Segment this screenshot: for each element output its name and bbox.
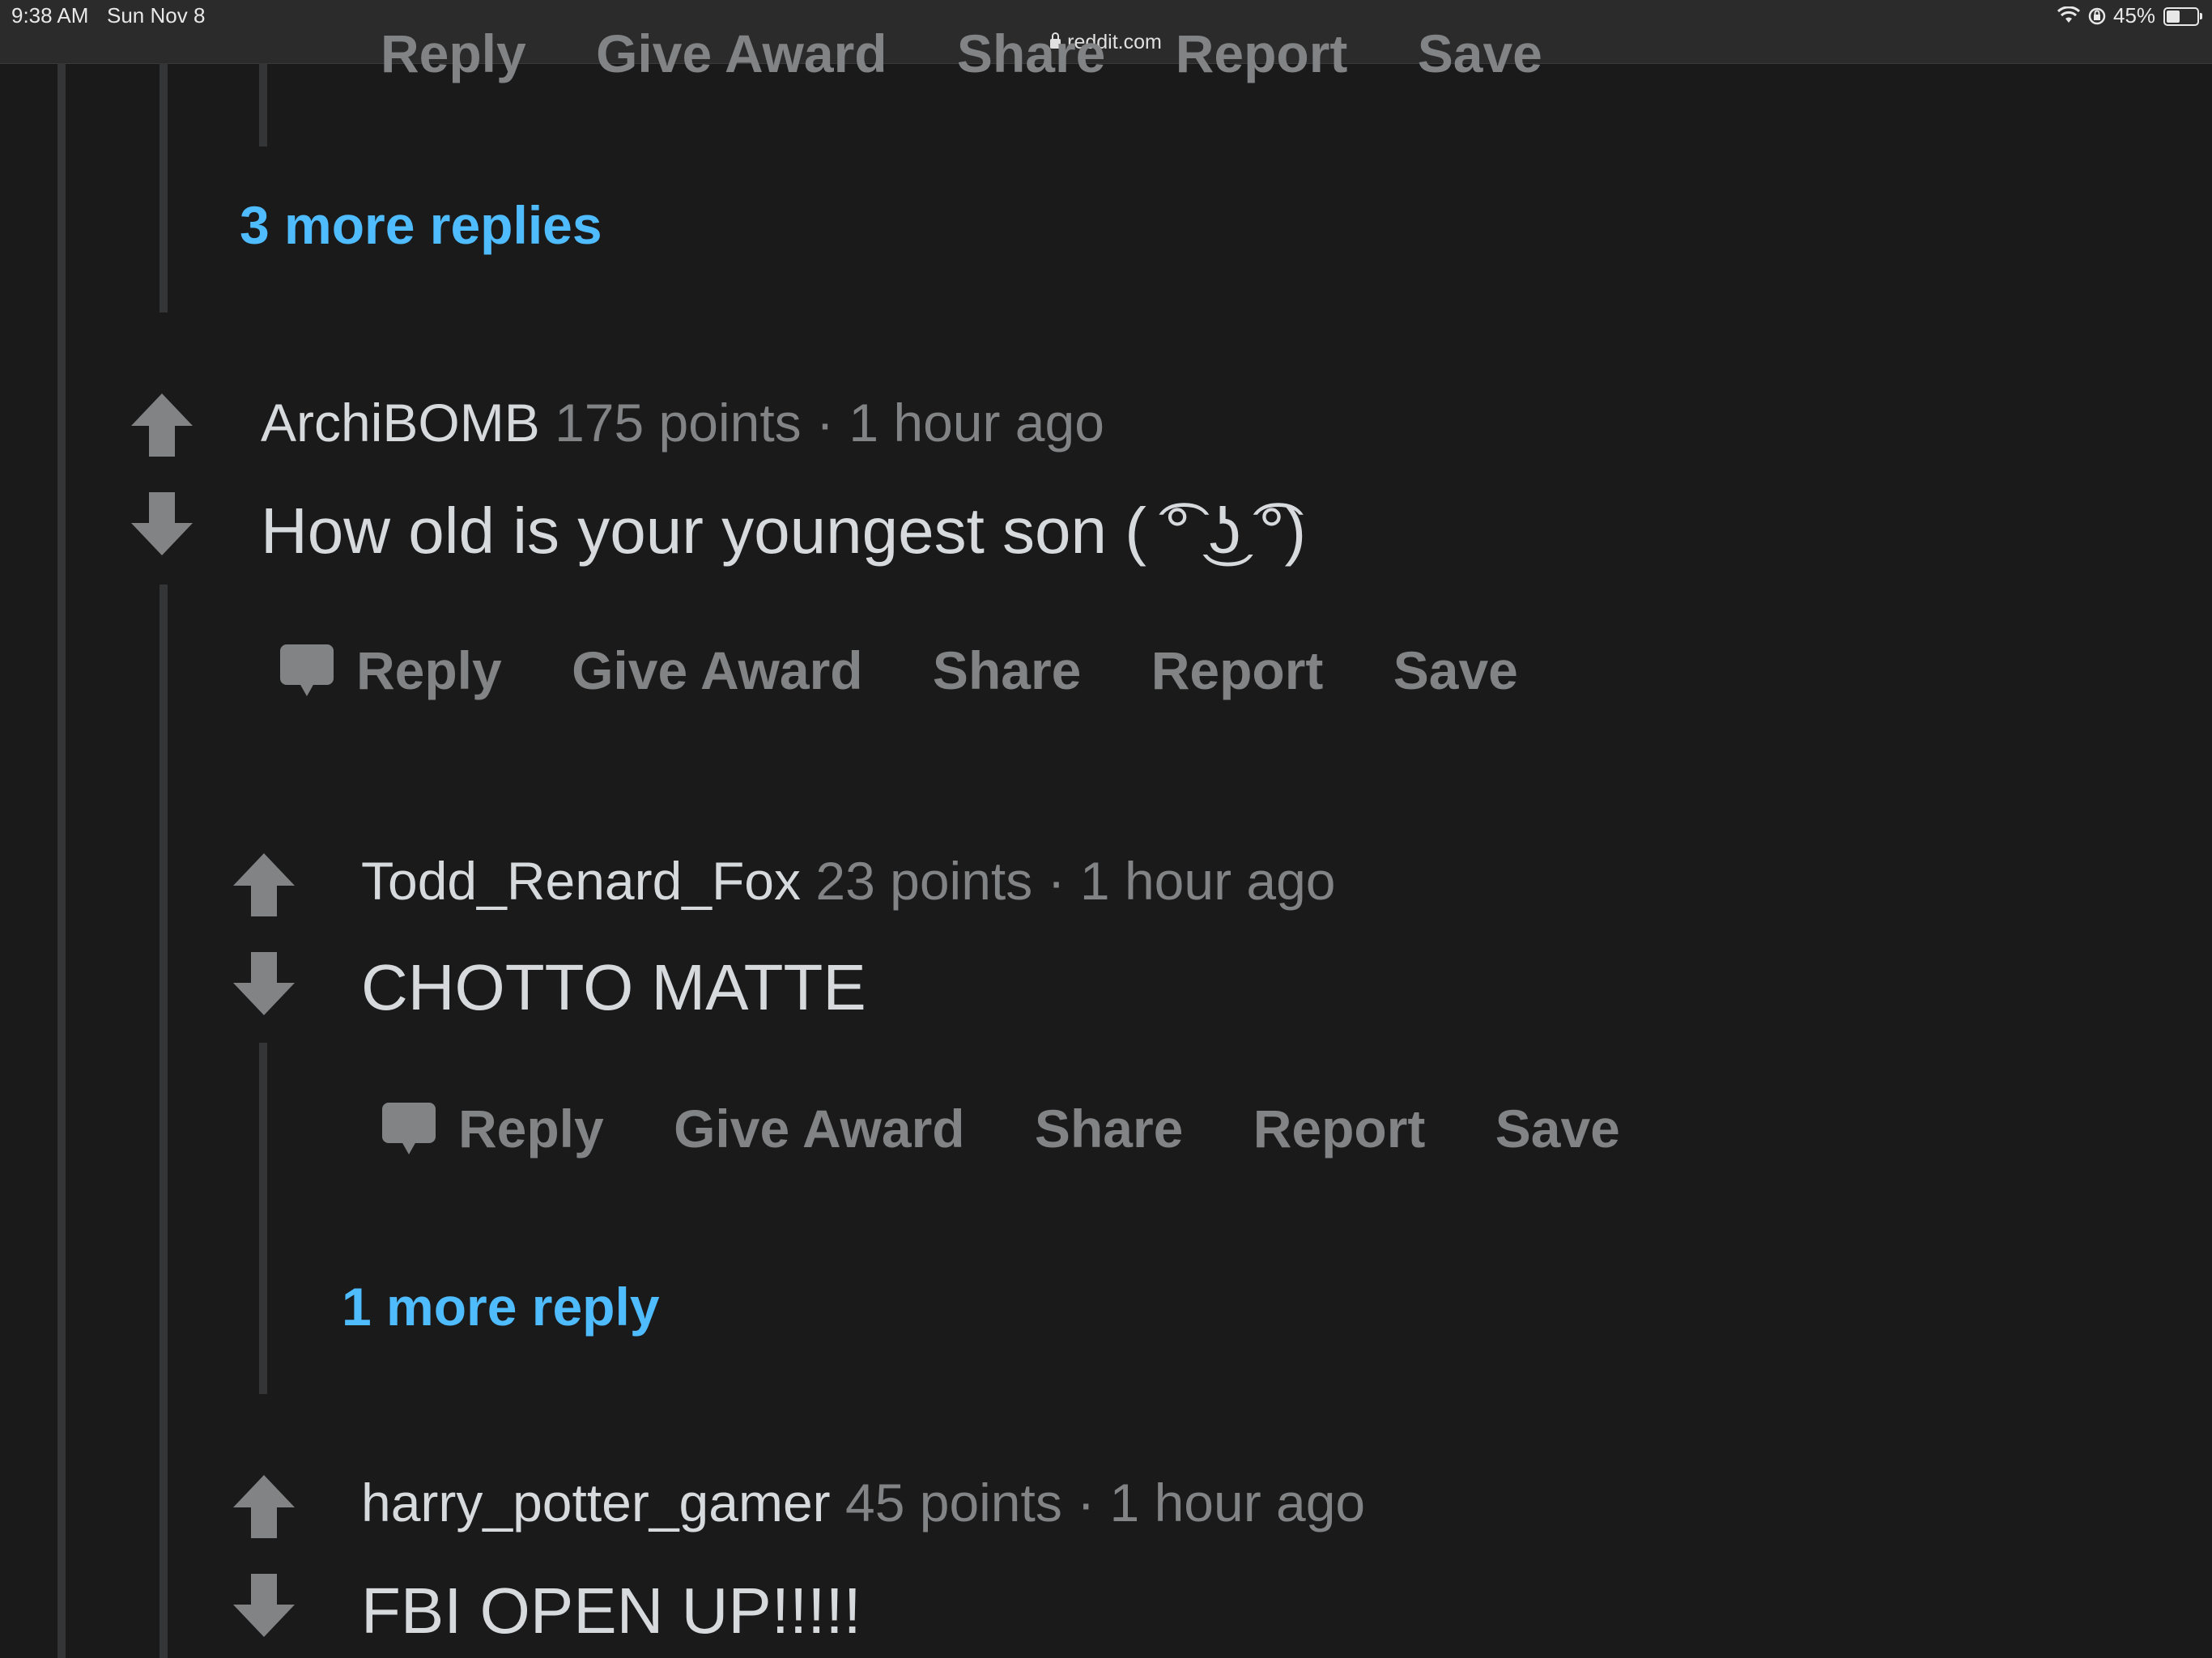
upvote-icon[interactable] bbox=[232, 852, 296, 916]
status-date: Sun Nov 8 bbox=[107, 3, 206, 28]
comment-meta: Todd_Renard_Fox 23 points · 1 hour ago bbox=[361, 850, 1336, 912]
comment-time[interactable]: 1 hour ago bbox=[1080, 851, 1336, 911]
comment-meta: ArchiBOMB 175 points · 1 hour ago bbox=[261, 392, 1104, 453]
comment-author[interactable]: ArchiBOMB bbox=[261, 393, 540, 453]
thread-line-prev[interactable] bbox=[160, 63, 168, 312]
prev-comment-actions: Reply Give Award Share Report Save bbox=[381, 23, 1597, 84]
upvote-icon[interactable] bbox=[130, 392, 194, 457]
comment-bubble-icon bbox=[280, 644, 334, 696]
more-replies-link[interactable]: 1 more reply bbox=[342, 1276, 660, 1337]
report-button[interactable]: Report bbox=[1253, 1098, 1426, 1159]
meta-separator: · bbox=[1047, 851, 1066, 911]
give-award-button[interactable]: Give Award bbox=[674, 1098, 965, 1159]
status-time: 9:38 AM bbox=[11, 3, 89, 28]
reply-button[interactable]: Reply bbox=[458, 1098, 604, 1159]
thread-line-archibomb[interactable] bbox=[160, 585, 168, 1658]
orientation-lock-icon bbox=[2088, 7, 2106, 25]
more-replies-link[interactable]: 3 more replies bbox=[240, 194, 602, 256]
comment-meta: harry_potter_gamer 45 points · 1 hour ag… bbox=[361, 1472, 1365, 1533]
comment-points: 45 points bbox=[844, 1473, 1062, 1533]
reply-button[interactable]: Reply bbox=[356, 640, 502, 701]
share-button[interactable]: Share bbox=[933, 640, 1081, 701]
comment-actions: Reply Give Award Share Report Save bbox=[381, 1098, 1675, 1161]
share-button[interactable]: Share bbox=[957, 23, 1105, 84]
downvote-icon[interactable] bbox=[232, 952, 296, 1017]
save-button[interactable]: Save bbox=[1418, 23, 1542, 84]
report-button[interactable]: Report bbox=[1176, 23, 1348, 84]
comment-points: 175 points bbox=[555, 393, 802, 453]
wifi-icon bbox=[2057, 6, 2081, 23]
meta-separator: · bbox=[816, 393, 834, 453]
comment-time[interactable]: 1 hour ago bbox=[849, 393, 1104, 453]
thread-line-root[interactable] bbox=[57, 63, 66, 1658]
downvote-icon[interactable] bbox=[232, 1574, 296, 1639]
meta-separator: · bbox=[1077, 1473, 1095, 1533]
report-button[interactable]: Report bbox=[1151, 640, 1324, 701]
upvote-icon[interactable] bbox=[232, 1473, 296, 1538]
battery-percent: 45% bbox=[2113, 3, 2156, 28]
comment-actions: Reply Give Award Share Report Save bbox=[279, 640, 1573, 703]
give-award-button[interactable]: Give Award bbox=[572, 640, 863, 701]
give-award-button[interactable]: Give Award bbox=[596, 23, 887, 84]
comment-points: 23 points bbox=[815, 851, 1033, 911]
comment-body: How old is your youngest son ( ͡° ͜ʖ ͡°) bbox=[261, 495, 1307, 567]
thread-line-todd[interactable] bbox=[259, 1043, 267, 1394]
comment-time[interactable]: 1 hour ago bbox=[1110, 1473, 1366, 1533]
share-button[interactable]: Share bbox=[1035, 1098, 1183, 1159]
thread-line-prev-nested[interactable] bbox=[259, 63, 267, 147]
comment-body: FBI OPEN UP!!!!! bbox=[361, 1575, 861, 1647]
comment-author[interactable]: Todd_Renard_Fox bbox=[361, 851, 801, 911]
battery-icon bbox=[2163, 7, 2202, 26]
save-button[interactable]: Save bbox=[1495, 1098, 1620, 1159]
downvote-icon[interactable] bbox=[130, 492, 194, 557]
reply-button[interactable]: Reply bbox=[381, 23, 526, 84]
comment-body: CHOTTO MATTE bbox=[361, 951, 866, 1023]
comment-author[interactable]: harry_potter_gamer bbox=[361, 1473, 831, 1533]
comment-bubble-icon bbox=[382, 1102, 436, 1154]
save-button[interactable]: Save bbox=[1393, 640, 1518, 701]
